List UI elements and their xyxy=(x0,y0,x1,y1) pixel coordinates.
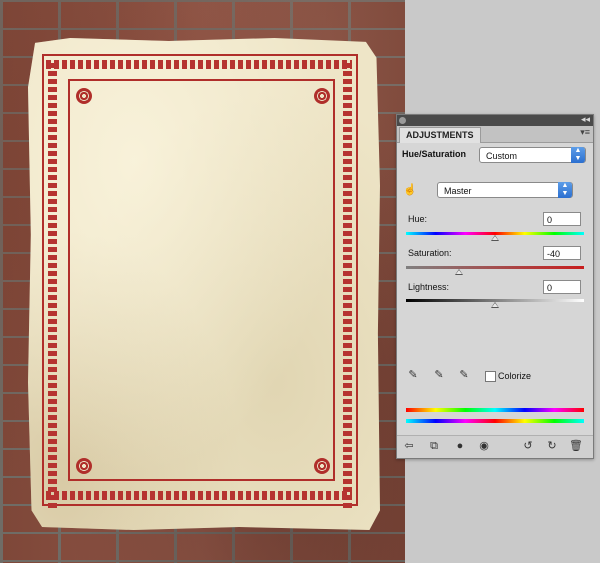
vine-border-bottom xyxy=(46,491,352,500)
tab-adjustments[interactable]: ADJUSTMENTS xyxy=(399,127,481,143)
hue-label: Hue: xyxy=(408,214,428,224)
parchment-paper xyxy=(28,38,380,530)
saturation-label: Saturation: xyxy=(408,248,452,258)
output-color-spectrum xyxy=(406,419,584,423)
adjustments-panel: ◂◂ ADJUSTMENTS ▾≡ Hue/Saturation Custom … xyxy=(396,114,594,459)
saturation-slider-track[interactable] xyxy=(406,266,584,269)
frame-inner-line xyxy=(68,79,335,481)
adjustment-title: Hue/Saturation xyxy=(402,149,467,159)
select-arrows-icon: ▲ ▼ xyxy=(571,147,585,163)
panel-titlebar[interactable]: ◂◂ xyxy=(397,114,593,126)
close-icon[interactable] xyxy=(399,117,406,124)
hand-target-icon[interactable]: ☝ xyxy=(403,183,417,197)
channel-select[interactable]: Master ▲ ▼ xyxy=(437,182,573,198)
lightness-field[interactable]: 0 xyxy=(543,280,581,294)
panel-tabbar: ADJUSTMENTS ▾≡ xyxy=(397,126,593,143)
panel-footer-toolbar: ⇦ ⧉ ● ◉ ↺ ↻ 🗑 xyxy=(397,435,593,458)
preset-select-value: Custom xyxy=(486,151,518,161)
corner-rosette-top-left xyxy=(76,88,92,104)
hue-field[interactable]: 0 xyxy=(543,212,581,226)
back-arrow-icon[interactable]: ⇦ xyxy=(402,439,416,453)
view-previous-icon[interactable]: ↺ xyxy=(521,439,535,453)
select-arrows-icon: ▲ ▼ xyxy=(558,182,572,198)
vine-border-right xyxy=(343,60,352,508)
vine-border-left xyxy=(48,60,57,508)
eye-icon[interactable]: ◉ xyxy=(477,439,491,453)
reset-icon[interactable]: ↻ xyxy=(545,439,559,453)
eyedropper-minus-icon[interactable]: ✎ xyxy=(457,368,471,382)
colorize-label: Colorize xyxy=(498,371,532,381)
hue-slider-thumb[interactable] xyxy=(491,235,499,241)
document-canvas xyxy=(0,0,405,563)
corner-rosette-top-right xyxy=(314,88,330,104)
corner-rosette-bottom-right xyxy=(314,458,330,474)
colorize-checkbox[interactable] xyxy=(485,371,496,382)
trash-icon[interactable]: 🗑 xyxy=(569,439,583,453)
eyedropper-icon[interactable]: ✎ xyxy=(406,368,420,382)
lightness-slider-thumb[interactable] xyxy=(491,302,499,308)
corner-rosette-bottom-left xyxy=(76,458,92,474)
vine-border-top xyxy=(46,60,352,69)
eyedropper-plus-icon[interactable]: ✎ xyxy=(432,368,446,382)
saturation-field[interactable]: -40 xyxy=(543,246,581,260)
channel-select-value: Master xyxy=(444,186,472,196)
preset-select[interactable]: Custom ▲ ▼ xyxy=(479,147,586,163)
panel-menu-icon[interactable]: ▾≡ xyxy=(580,127,590,138)
saturation-slider-thumb[interactable] xyxy=(455,269,464,275)
expand-view-icon[interactable]: ⧉ xyxy=(427,439,441,453)
lightness-label: Lightness: xyxy=(408,282,450,292)
clip-to-layer-icon[interactable]: ● xyxy=(453,439,467,453)
input-color-spectrum xyxy=(406,408,584,412)
collapse-icon[interactable]: ◂◂ xyxy=(581,114,590,125)
